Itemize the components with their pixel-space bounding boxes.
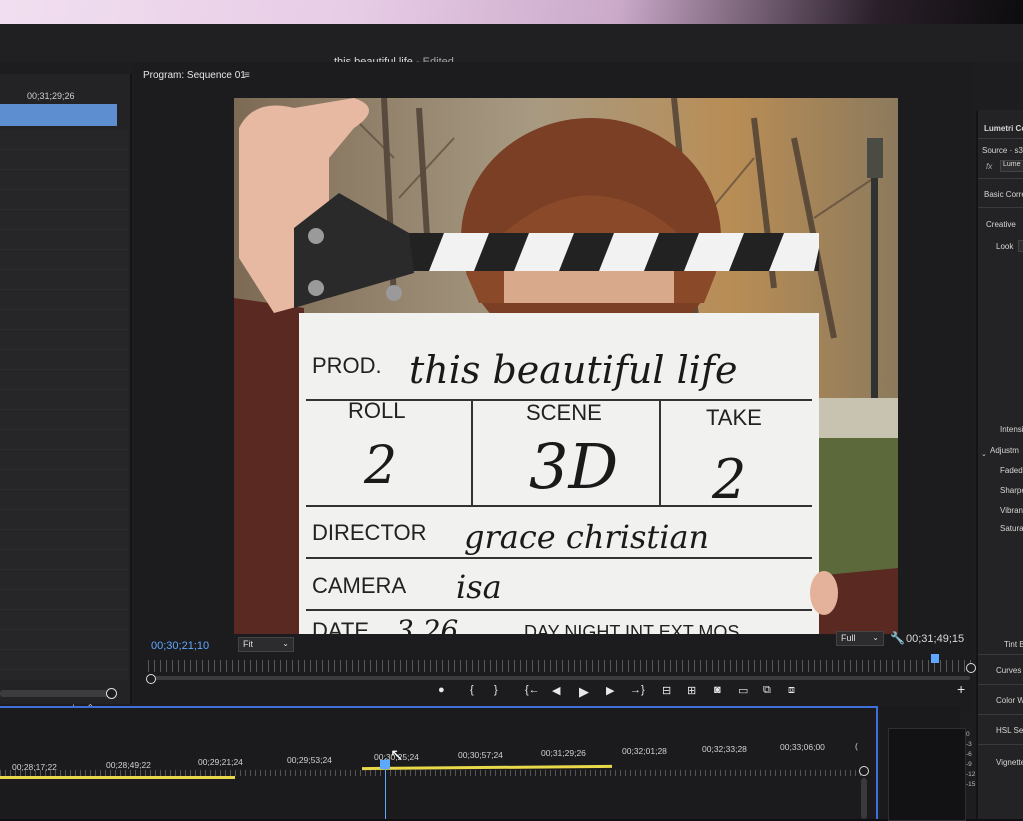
slate-scene-value: 3D bbox=[529, 430, 618, 503]
look-label: Look bbox=[996, 242, 1014, 251]
slate-camera-label: CAMERA bbox=[312, 573, 406, 598]
export-frame-button[interactable]: ◙ bbox=[714, 684, 721, 696]
comparison-view-button[interactable]: ▭ bbox=[738, 684, 748, 697]
divider bbox=[978, 744, 1023, 745]
timeline-time-label: 00;33;06;00 bbox=[780, 742, 825, 752]
go-to-in-button[interactable]: {← bbox=[525, 684, 540, 696]
chevron-down-icon: ⌄ bbox=[282, 639, 289, 648]
vibrance-label: Vibran bbox=[1000, 506, 1023, 515]
timeline-time-label: 00;32;01;28 bbox=[622, 746, 667, 756]
slate-date-value: 3.26 bbox=[396, 614, 458, 634]
playhead-timecode[interactable]: 00;30;21;10 bbox=[151, 640, 209, 652]
mark-in-button[interactable]: { bbox=[470, 684, 474, 696]
timeline-time-label: ( bbox=[855, 741, 858, 751]
vignette-section[interactable]: Vignette bbox=[996, 758, 1023, 767]
program-playhead[interactable] bbox=[931, 654, 939, 663]
lumetri-color-panel: Lumetri Colo Source · s3D fx Lume Basic … bbox=[976, 110, 1023, 819]
duration-timecode: 00;31;49;15 bbox=[906, 633, 965, 645]
lumetri-effect-chip[interactable]: Lume bbox=[1000, 160, 1023, 172]
saturation-label: Satura bbox=[1000, 524, 1023, 533]
panel-menu-icon[interactable]: ≡ bbox=[244, 70, 250, 81]
work-area-bar[interactable] bbox=[0, 776, 235, 779]
slate-scene-label: SCENE bbox=[526, 400, 602, 425]
slate-take-label: TAKE bbox=[706, 405, 762, 430]
divider bbox=[978, 684, 1023, 685]
divider bbox=[978, 178, 1023, 179]
go-to-out-button[interactable]: →} bbox=[630, 684, 645, 696]
divider bbox=[978, 654, 1023, 655]
audio-meter bbox=[888, 728, 966, 821]
left-panel-scroll-handle[interactable] bbox=[106, 688, 117, 699]
step-back-button[interactable]: ◀ bbox=[552, 684, 560, 697]
curves-section[interactable]: Curves bbox=[996, 666, 1021, 675]
button-editor-add-button[interactable]: + bbox=[957, 681, 965, 697]
settings-wrench-icon[interactable]: 🔧 bbox=[890, 631, 905, 645]
slate-director-label: DIRECTOR bbox=[312, 520, 427, 545]
slate-roll-value: 2 bbox=[363, 436, 397, 496]
tint-balance-label: Tint B bbox=[1004, 640, 1023, 649]
color-wheels-section[interactable]: Color Wh bbox=[996, 696, 1023, 705]
slate-camera-value: isa bbox=[456, 568, 502, 606]
video-preview: PROD. ROLL SCENE TAKE DIRECTOR CAMERA DA… bbox=[234, 98, 898, 634]
program-monitor-tab[interactable]: Program: Sequence 01 bbox=[143, 70, 246, 81]
look-select[interactable] bbox=[1018, 240, 1023, 252]
divider bbox=[978, 207, 1023, 208]
fx-icon: fx bbox=[986, 162, 993, 171]
playback-resolution-value: Full bbox=[841, 633, 856, 643]
transport-controls: ● { } {← ◀ ▶ ▶ →} ⊟ ⊞ ◙ ▭ ⧉ ⧈ bbox=[430, 684, 810, 700]
lift-button[interactable]: ⊟ bbox=[662, 684, 671, 697]
chevron-down-icon: ⌄ bbox=[872, 633, 879, 642]
timeline-scroll-handle[interactable] bbox=[859, 766, 869, 776]
timeline-time-label: 00;29;21;24 bbox=[198, 757, 243, 767]
timeline-playhead-handle[interactable] bbox=[380, 760, 390, 769]
overlay-button[interactable]: ⧈ bbox=[788, 684, 795, 697]
step-forward-button[interactable]: ▶ bbox=[606, 684, 614, 697]
left-panel-scrollbar[interactable] bbox=[0, 690, 112, 697]
creative-section[interactable]: Creative bbox=[986, 220, 1016, 229]
adjustments-section[interactable]: Adjustm bbox=[990, 446, 1019, 455]
slate-director-value: grace christian bbox=[464, 518, 709, 556]
timeline-time-label: 00;32;33;28 bbox=[702, 744, 747, 754]
slate-date-label: DATE bbox=[312, 618, 369, 634]
scrollbar-handle-left[interactable] bbox=[146, 674, 156, 684]
timeline-time-label: 00;31;29;26 bbox=[541, 748, 586, 758]
lumetri-panel-tab[interactable]: Lumetri Colo bbox=[984, 124, 1023, 133]
left-panel-clip-bar[interactable] bbox=[0, 104, 117, 126]
slate-take-value: 2 bbox=[711, 448, 746, 511]
zoom-level-value: Fit bbox=[243, 639, 253, 649]
program-time-ruler[interactable] bbox=[148, 660, 972, 672]
left-panel-list bbox=[0, 130, 128, 680]
divider bbox=[978, 138, 1023, 139]
program-zoom-scrollbar[interactable] bbox=[150, 676, 970, 680]
play-button[interactable]: ▶ bbox=[579, 684, 589, 700]
left-panel-timecode: 00;31;29;26 bbox=[27, 91, 75, 101]
video-frame-image: PROD. ROLL SCENE TAKE DIRECTOR CAMERA DA… bbox=[234, 98, 898, 634]
title-bar bbox=[0, 24, 1023, 62]
multicam-button[interactable]: ⧉ bbox=[763, 684, 771, 697]
zoom-level-select[interactable]: Fit ⌄ bbox=[238, 637, 294, 652]
add-marker-button[interactable]: ● bbox=[438, 684, 445, 696]
timeline-vertical-scrollbar[interactable] bbox=[861, 778, 867, 819]
slate-prod-label: PROD. bbox=[312, 353, 382, 378]
basic-correction-section[interactable]: Basic Correc bbox=[984, 190, 1023, 199]
divider bbox=[978, 714, 1023, 715]
lumetri-source-label[interactable]: Source · s3D bbox=[982, 146, 1023, 155]
timeline-time-label: 00;29;53;24 bbox=[287, 755, 332, 765]
extract-button[interactable]: ⊞ bbox=[687, 684, 696, 697]
sharpen-label: Sharpe bbox=[1000, 486, 1023, 495]
timeline-time-label: 00;28;49;22 bbox=[106, 760, 151, 770]
intensity-label: Intensi bbox=[1000, 425, 1023, 434]
mouse-cursor-icon: ↖ bbox=[390, 747, 404, 764]
slate-roll-label: ROLL bbox=[348, 398, 405, 423]
playback-resolution-select[interactable]: Full ⌄ bbox=[836, 631, 884, 646]
faded-film-label: Faded bbox=[1000, 466, 1023, 475]
slate-day-night-label: DAY NIGHT INT EXT MOS bbox=[524, 622, 739, 634]
timeline-time-label: 00;30;57;24 bbox=[458, 750, 503, 760]
scrollbar-handle-right[interactable] bbox=[966, 663, 976, 673]
mark-out-button[interactable]: } bbox=[494, 684, 498, 696]
slate-prod-value: this beautiful life bbox=[409, 348, 737, 392]
chevron-down-icon[interactable]: ⌄ bbox=[981, 450, 987, 458]
hsl-secondary-section[interactable]: HSL Sec bbox=[996, 726, 1023, 735]
